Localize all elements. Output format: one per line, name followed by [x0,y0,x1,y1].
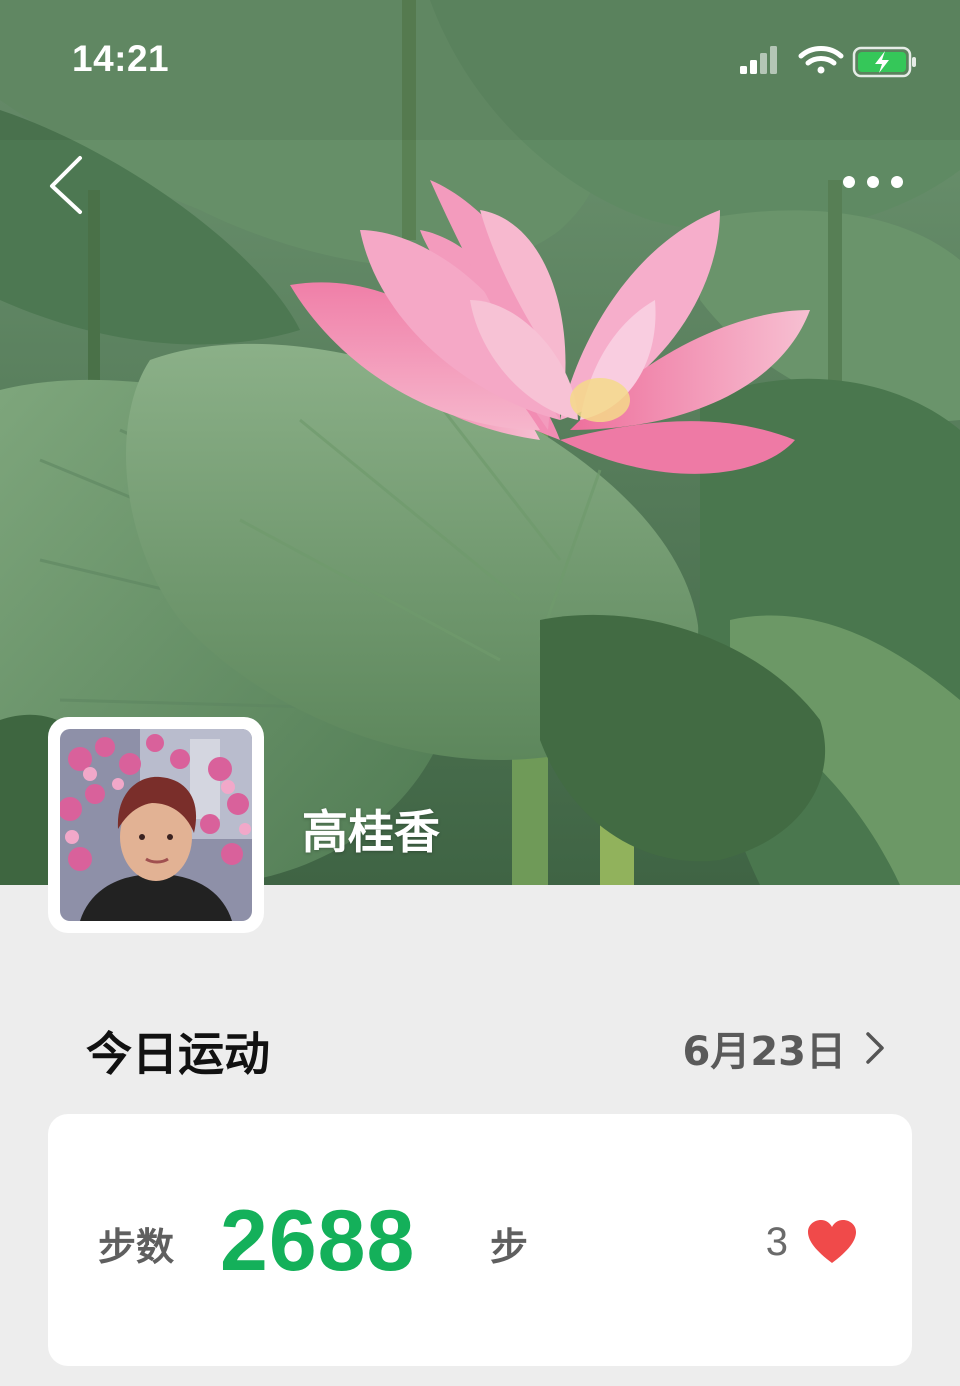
user-name: 高桂香 [302,805,440,859]
section-title: 今日运动 [86,1027,270,1081]
avatar[interactable] [48,717,264,933]
user-avatar-photo [60,729,252,921]
steps-unit: 步 [490,1225,529,1269]
status-time: 14:21 [72,38,170,79]
battery-charging-icon [852,46,916,78]
heart-icon [808,1220,856,1263]
like-button[interactable]: 3 [766,1214,858,1270]
chevron-left-icon [50,156,82,214]
steps-card[interactable]: 步数 2688 步 3 [48,1114,912,1366]
date-link[interactable]: 6月23日 [683,1020,889,1076]
status-icons [740,46,916,78]
wifi-icon [798,46,844,74]
more-dots-icon [843,176,903,188]
more-button[interactable] [830,160,920,204]
back-button[interactable] [40,150,96,220]
like-count: 3 [765,1219,788,1264]
date-text: 6月23日 [682,1029,847,1075]
status-bar: 14:21 [0,0,960,120]
signal-icon [740,46,777,74]
steps-label: 步数 [98,1225,175,1269]
steps-value: 2688 [220,1193,416,1289]
chevron-right-icon [866,1032,884,1064]
